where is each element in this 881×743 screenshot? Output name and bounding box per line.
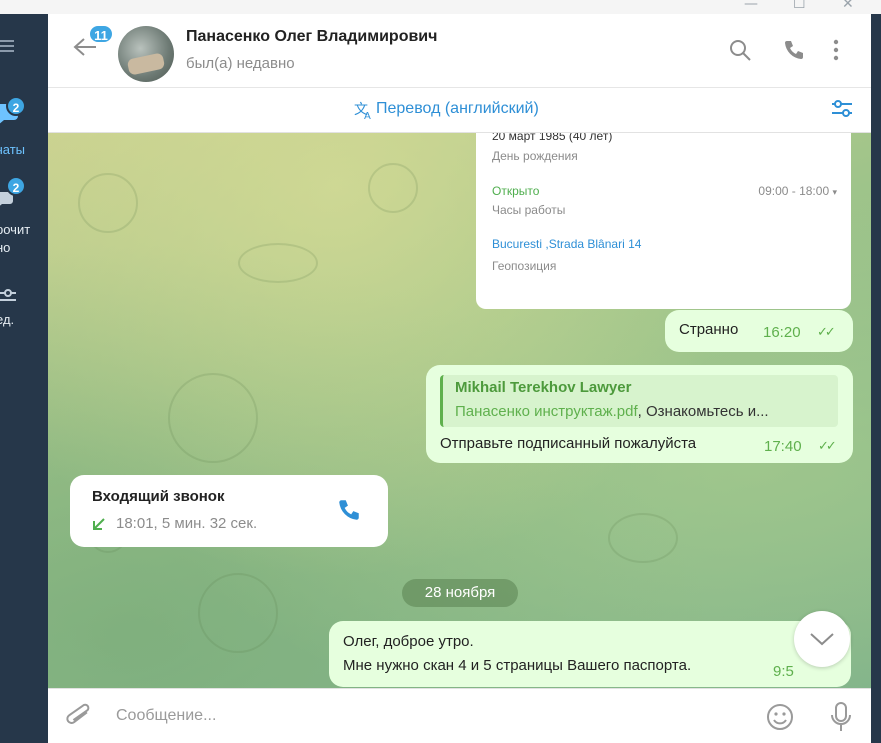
folder-edit[interactable]: ед. xyxy=(0,284,48,344)
unread-count-badge: 11 xyxy=(88,24,114,44)
message-outgoing[interactable]: Олег, доброе утро. Мне нужно скан 4 и 5 … xyxy=(329,621,851,687)
reply-preview[interactable]: Mikhail Terekhov Lawyer Панасенко инстру… xyxy=(440,375,838,427)
unread-badge: 2 xyxy=(6,176,26,196)
wallpaper-doodle xyxy=(368,163,418,213)
maximize-icon[interactable]: ☐ xyxy=(793,0,806,12)
incoming-call-message[interactable]: Входящий звонок 18:01, 5 мин. 32 сек. xyxy=(70,475,388,547)
read-check-icon: ✓✓ xyxy=(818,439,837,454)
wallpaper-doodle xyxy=(78,173,138,233)
avatar[interactable] xyxy=(118,26,174,82)
message-outgoing[interactable]: Странно 16:20 ✓✓ xyxy=(665,310,853,352)
minimize-icon[interactable]: — xyxy=(744,0,758,12)
translate-label[interactable]: Перевод (английский) xyxy=(376,100,539,118)
window-right-edge xyxy=(871,14,881,743)
folder-unread-label-1: рочит xyxy=(0,222,31,237)
window-title-bar: — ☐ ✕ xyxy=(0,0,881,14)
microphone-icon[interactable] xyxy=(830,701,852,733)
birthday-value: 20 март 1985 (40 лет) xyxy=(492,133,613,143)
chevron-down-icon xyxy=(810,633,834,646)
chevron-down-icon: ▾ xyxy=(832,187,837,197)
message-composer: Сообщение... xyxy=(48,688,871,743)
date-separator: 28 ноября xyxy=(402,579,518,607)
attach-icon[interactable] xyxy=(66,703,92,731)
wallpaper-doodle xyxy=(198,573,278,653)
filter-settings-icon[interactable] xyxy=(830,96,854,120)
telegram-window: — ☐ ✕ 2 чаты 2 рочит но ед. xyxy=(0,0,881,743)
phone-icon[interactable] xyxy=(782,38,806,68)
chat-header: 11 Панасенко Олег Владимирович был(а) не… xyxy=(48,14,871,88)
close-icon[interactable]: ✕ xyxy=(842,0,854,12)
contact-name[interactable]: Панасенко Олег Владимирович xyxy=(186,28,437,46)
contact-status: был(а) недавно xyxy=(186,55,295,72)
svg-text:A: A xyxy=(364,111,371,120)
folder-edit-label: ед. xyxy=(0,312,15,327)
message-text: Странно xyxy=(679,321,739,338)
scroll-to-bottom-button[interactable] xyxy=(794,611,850,667)
emoji-icon[interactable] xyxy=(766,703,794,731)
hours-value[interactable]: 09:00 - 18:00 ▾ xyxy=(758,184,837,198)
message-text: Отправьте подписанный пожалуйста xyxy=(440,435,697,452)
chats-unread-badge: 2 xyxy=(6,96,26,116)
message-list[interactable]: 20 март 1985 (40 лет) День рождения Откр… xyxy=(48,133,871,688)
chat-panel: 11 Панасенко Олег Владимирович был(а) не… xyxy=(48,14,871,743)
search-icon[interactable] xyxy=(728,38,752,68)
location-label: Геопозиция xyxy=(492,259,557,273)
hours-status: Открыто xyxy=(492,184,540,198)
message-outgoing-reply[interactable]: Mikhail Terekhov Lawyer Панасенко инстру… xyxy=(426,365,853,463)
folder-unread[interactable]: 2 рочит но xyxy=(0,174,48,274)
reply-snippet: Панасенко инструктаж.pdf, Ознакомьтесь и… xyxy=(455,403,769,420)
edit-filters-icon xyxy=(0,289,16,301)
message-time: 17:40 xyxy=(764,438,802,455)
wallpaper-doodle xyxy=(168,373,258,463)
translate-bar[interactable]: 文A Перевод (английский) xyxy=(48,88,871,133)
call-detail: 18:01, 5 мин. 32 сек. xyxy=(116,515,258,532)
hours-label: Часы работы xyxy=(492,203,566,217)
message-time: 16:20 xyxy=(763,324,801,341)
contact-info-card: 20 март 1985 (40 лет) День рождения Откр… xyxy=(476,133,851,309)
wallpaper-doodle xyxy=(238,243,318,283)
folder-sidebar: 2 чаты 2 рочит но ед. xyxy=(0,14,48,743)
folder-chats-label: чаты xyxy=(0,142,26,157)
phone-icon[interactable] xyxy=(336,497,362,523)
message-input[interactable]: Сообщение... xyxy=(116,707,216,725)
message-time: 9:5 xyxy=(773,663,794,680)
more-icon[interactable] xyxy=(832,38,840,68)
message-text-line2: Мне нужно скан 4 и 5 страницы Вашего пас… xyxy=(343,657,692,674)
wallpaper-doodle xyxy=(608,513,678,563)
translate-icon: 文A xyxy=(354,102,371,120)
location-value[interactable]: Bucuresti ,Strada Blânari 14 xyxy=(492,237,641,251)
folder-unread-label-2: но xyxy=(0,240,11,255)
message-text-line1: Олег, доброе утро. xyxy=(343,633,474,650)
incoming-arrow-icon xyxy=(93,518,105,530)
birthday-label: День рождения xyxy=(492,149,578,163)
read-check-icon: ✓✓ xyxy=(817,325,836,340)
hamburger-icon[interactable] xyxy=(0,36,14,59)
folder-chats[interactable]: 2 чаты xyxy=(0,96,48,166)
reply-author: Mikhail Terekhov Lawyer xyxy=(455,379,632,396)
call-title: Входящий звонок xyxy=(92,488,225,505)
